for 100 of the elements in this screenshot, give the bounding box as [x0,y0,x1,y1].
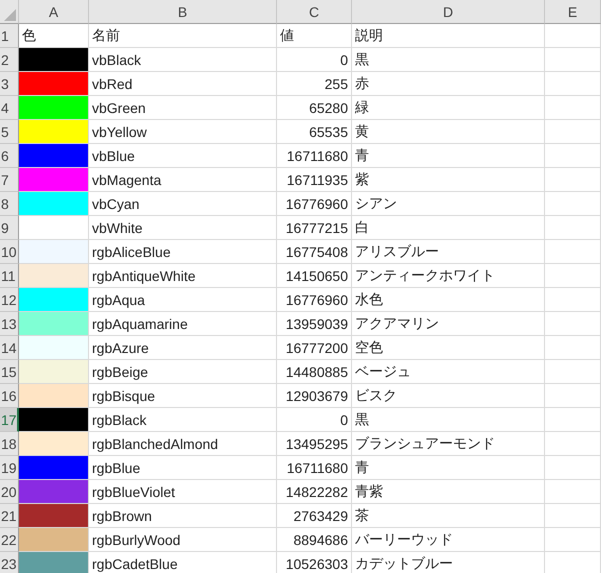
empty-cell[interactable] [545,336,601,360]
empty-cell[interactable] [545,48,601,72]
row-header[interactable]: 18 [0,432,19,456]
table-cell: 水色 [352,288,545,312]
row-header[interactable]: 23 [0,552,19,573]
table-cell: アンティークホワイト [352,264,545,288]
table-cell: rgbAquamarine [89,312,277,336]
row-header[interactable]: 12 [0,288,19,312]
row-header[interactable]: 11 [0,264,19,288]
table-cell: 黒 [352,408,545,432]
empty-cell[interactable] [545,72,601,96]
row-header[interactable]: 21 [0,504,19,528]
row-header[interactable]: 9 [0,216,19,240]
table-cell: rgbBurlyWood [89,528,277,552]
row-header[interactable]: 16 [0,384,19,408]
table-cell: 16777200 [277,336,352,360]
table-cell: vbBlue [89,144,277,168]
row-header[interactable]: 22 [0,528,19,552]
row-header[interactable]: 20 [0,480,19,504]
row-header[interactable]: 1 [0,24,19,48]
table-cell: 16776960 [277,288,352,312]
row-header[interactable]: 8 [0,192,19,216]
table-cell: 65280 [277,96,352,120]
empty-cell[interactable] [545,240,601,264]
empty-cell[interactable] [545,480,601,504]
table-cell: 14480885 [277,360,352,384]
empty-cell[interactable] [545,24,601,48]
table-cell: カデットブルー [352,552,545,573]
empty-cell[interactable] [545,144,601,168]
empty-cell[interactable] [545,264,601,288]
row-header[interactable]: 3 [0,72,19,96]
column-header[interactable]: A [19,0,89,24]
table-cell: バーリーウッド [352,528,545,552]
table-cell: 黄 [352,120,545,144]
table-cell: ブランシュアーモンド [352,432,545,456]
row-header[interactable]: 4 [0,96,19,120]
empty-cell[interactable] [545,96,601,120]
table-cell: ビスク [352,384,545,408]
empty-cell[interactable] [545,504,601,528]
table-cell: 255 [277,72,352,96]
table-cell: 16777215 [277,216,352,240]
row-header[interactable]: 19 [0,456,19,480]
row-header[interactable]: 7 [0,168,19,192]
table-cell: アクアマリン [352,312,545,336]
empty-cell[interactable] [545,456,601,480]
empty-cell[interactable] [545,408,601,432]
row-header[interactable]: 10 [0,240,19,264]
empty-cell[interactable] [545,384,601,408]
table-cell: rgbBlue [89,456,277,480]
table-cell: rgbBlueViolet [89,480,277,504]
table-cell: rgbBlanchedAlmond [89,432,277,456]
row-header[interactable]: 2 [0,48,19,72]
row-header[interactable]: 17 [0,408,19,432]
row-header[interactable]: 14 [0,336,19,360]
row-header[interactable]: 15 [0,360,19,384]
table-cell: 黒 [352,48,545,72]
table-cell: 緑 [352,96,545,120]
empty-cell[interactable] [545,216,601,240]
table-cell: 説明 [352,24,545,48]
table-cell: rgbBeige [89,360,277,384]
table-cell: 14822282 [277,480,352,504]
empty-cell[interactable] [545,360,601,384]
table-cell: 茶 [352,504,545,528]
table-cell: 16776960 [277,192,352,216]
column-header[interactable]: B [89,0,277,24]
row-header[interactable]: 13 [0,312,19,336]
empty-cell[interactable] [545,432,601,456]
column-header[interactable]: C [277,0,352,24]
table-cell: 赤 [352,72,545,96]
table-cell: 13495295 [277,432,352,456]
table-cell: 12903679 [277,384,352,408]
table-cell: 空色 [352,336,545,360]
table-cell: rgbAzure [89,336,277,360]
empty-cell[interactable] [545,192,601,216]
table-cell: vbBlack [89,48,277,72]
empty-cell[interactable] [545,288,601,312]
table-cell: 8894686 [277,528,352,552]
empty-cell[interactable] [545,168,601,192]
column-header[interactable]: E [545,0,601,24]
table-cell: vbCyan [89,192,277,216]
table-cell: rgbAntiqueWhite [89,264,277,288]
table-cell: rgbBisque [89,384,277,408]
table-cell: vbWhite [89,216,277,240]
select-all-icon[interactable] [4,9,16,21]
empty-cell[interactable] [545,528,601,552]
table-cell: 青 [352,144,545,168]
table-cell: 青 [352,456,545,480]
row-header[interactable]: 5 [0,120,19,144]
table-cell: vbMagenta [89,168,277,192]
table-cell: アリスブルー [352,240,545,264]
empty-cell[interactable] [545,120,601,144]
table-cell: rgbCadetBlue [89,552,277,573]
table-cell: rgbBrown [89,504,277,528]
table-cell: 16711680 [277,144,352,168]
table-cell: 13959039 [277,312,352,336]
table-cell: 14150650 [277,264,352,288]
column-header[interactable]: D [352,0,545,24]
table-cell: 白 [352,216,545,240]
empty-cell[interactable] [545,312,601,336]
row-header[interactable]: 6 [0,144,19,168]
